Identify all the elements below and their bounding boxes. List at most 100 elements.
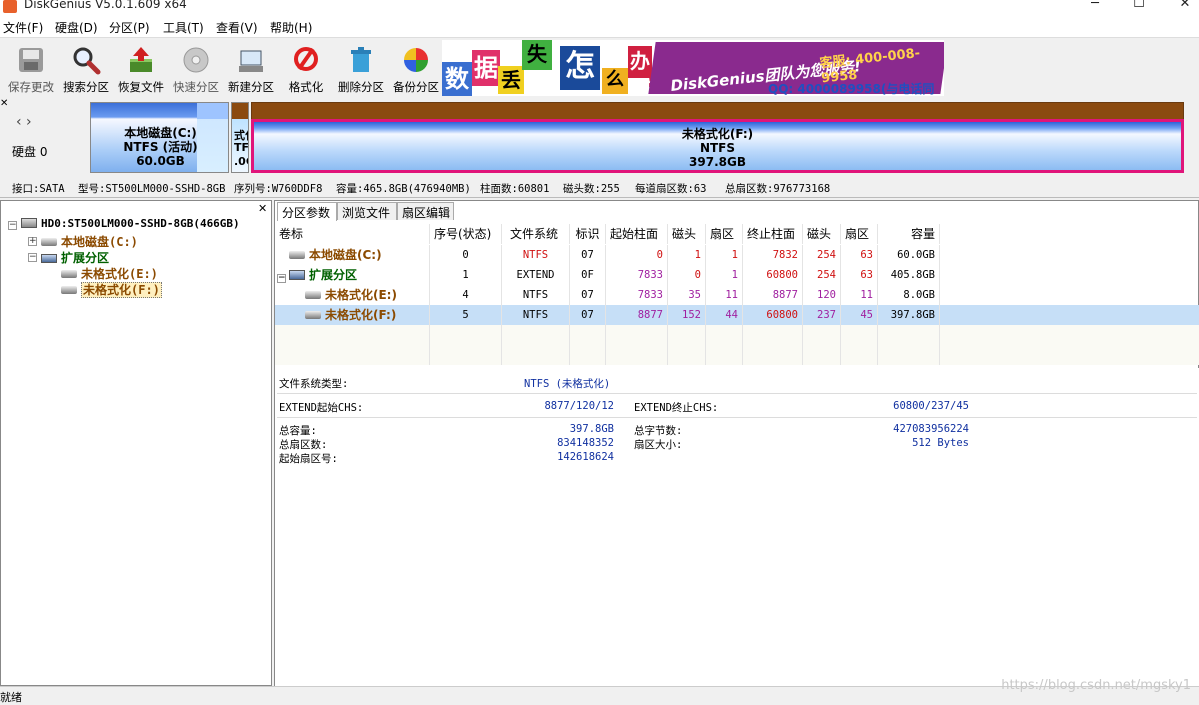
menu-disk[interactable]: 硬盘(D)	[55, 19, 98, 36]
tree-disk-label: HD0:ST500LM000-SSHD-8GB(466GB)	[41, 217, 240, 230]
format-button[interactable]: 格式化	[278, 42, 334, 96]
partition-size: 397.8GB	[689, 155, 746, 169]
tree-disk-hd0[interactable]: HD0:ST500LM000-SSHD-8GB(466GB)	[21, 217, 240, 230]
empty-cell	[275, 325, 430, 365]
total-sectors-label: 总扇区数:	[279, 439, 328, 451]
new-partition-button[interactable]: 新建分区	[223, 42, 279, 96]
partition-fs: TFS	[234, 141, 249, 154]
cell-start-head: 35	[668, 285, 706, 305]
banner-tile: 数	[442, 62, 472, 96]
menu-partition[interactable]: 分区(P)	[109, 19, 150, 36]
empty-cell	[502, 325, 570, 365]
recover-icon	[130, 47, 152, 72]
tree-partition-f-label: 未格式化(F:)	[81, 282, 162, 298]
cell-index: 4	[430, 285, 502, 305]
table-empty-area	[275, 325, 1199, 365]
chs-end-label: EXTEND终止CHS:	[634, 402, 719, 414]
tree-partition-f[interactable]: 未格式化(F:)	[61, 281, 162, 298]
banner-tile: 丢	[498, 66, 524, 94]
backup-icon	[404, 48, 428, 72]
col-header[interactable]: 序号(状态)	[430, 224, 502, 244]
col-header[interactable]: 扇区	[841, 224, 878, 244]
cell-start-head: 152	[668, 305, 706, 325]
fs-type-value: NTFS (未格式化)	[524, 378, 611, 390]
disk-info-line: 接口:SATA 型号:ST500LM000-SSHD-8GB 序列号:W760D…	[0, 178, 1199, 198]
disk-model: 型号:ST500LM000-SSHD-8GB	[78, 183, 226, 195]
sector-size-value: 512 Bytes	[912, 437, 969, 449]
col-header[interactable]: 卷标	[275, 224, 430, 244]
watermark: https://blog.csdn.net/mgsky1	[1001, 678, 1191, 693]
empty-cell	[878, 325, 940, 365]
menu-file[interactable]: 文件(F)	[3, 19, 43, 36]
close-button[interactable]: ✕	[1170, 0, 1199, 11]
partition-icon	[61, 286, 77, 294]
tree-partition-e-label: 未格式化(E:)	[81, 267, 158, 281]
tab-sector-edit[interactable]: 扇区编辑	[397, 202, 454, 220]
cell-id: 07	[570, 245, 606, 265]
minimize-button[interactable]: ─	[1080, 0, 1110, 11]
close-icon[interactable]: ✕	[258, 202, 267, 215]
title-bar: DiskGenius V5.0.1.609 x64 ─ ☐ ✕	[0, 0, 1199, 16]
disk-nav-arrows[interactable]: ‹ ›	[16, 114, 32, 130]
collapse-toggle[interactable]: −	[277, 274, 286, 283]
tree-partition-c[interactable]: 本地磁盘(C:)	[41, 233, 138, 250]
collapse-toggle[interactable]: −	[8, 221, 17, 230]
partition-details: 文件系统类型: NTFS (未格式化) EXTEND起始CHS: 8877/12…	[275, 368, 1199, 686]
banner-tile: 怎	[560, 46, 600, 90]
col-header[interactable]: 磁头	[803, 224, 841, 244]
disk-sectors-per-track: 每道扇区数:63	[635, 183, 707, 195]
start-sector-value: 142618624	[557, 451, 614, 463]
quick-partition-button[interactable]: 快速分区	[168, 42, 224, 96]
maximize-button[interactable]: ☐	[1124, 0, 1154, 11]
col-header[interactable]: 标识	[570, 224, 606, 244]
tab-browse-files[interactable]: 浏览文件	[337, 202, 397, 220]
close-icon[interactable]: ✕	[0, 98, 8, 109]
advert-banner[interactable]: 数 据 丢 失 怎 么 办 ! DiskGenius团队为您服务! 客服: 40…	[442, 40, 944, 96]
save-changes-button[interactable]: 保存更改	[3, 42, 59, 96]
partition-block-e[interactable]: 式化 TFS .0G	[231, 102, 249, 173]
cell-capacity: 8.0GB	[878, 285, 940, 305]
cell-start-cyl: 0	[606, 245, 668, 265]
tab-partition-params[interactable]: 分区参数	[277, 202, 337, 221]
menu-help[interactable]: 帮助(H)	[270, 19, 312, 36]
disk-total-sectors: 总扇区数:976773168	[725, 183, 831, 195]
col-header[interactable]: 文件系统	[502, 224, 570, 244]
col-header[interactable]: 磁头	[668, 224, 706, 244]
col-header[interactable]: 终止柱面	[743, 224, 803, 244]
search-partition-button[interactable]: 搜索分区	[58, 42, 114, 96]
cell-volume-text: 未格式化(E:)	[325, 288, 397, 302]
backup-partition-button[interactable]: 备份分区	[388, 42, 444, 96]
expand-toggle[interactable]: +	[28, 237, 37, 246]
partition-fs: NTFS (活动)	[123, 140, 198, 154]
delete-partition-button[interactable]: 删除分区	[333, 42, 389, 96]
cell-volume-text: 本地磁盘(C:)	[309, 248, 382, 262]
format-icon	[294, 47, 318, 71]
cell-end-head: 237	[803, 305, 841, 325]
menu-tools[interactable]: 工具(T)	[163, 19, 204, 36]
menu-view[interactable]: 查看(V)	[216, 19, 258, 36]
partition-block-f[interactable]: 未格式化(F:) NTFS 397.8GB	[251, 119, 1184, 173]
partition-block-c[interactable]: 本地磁盘(C:) NTFS (活动) 60.0GB	[90, 102, 229, 173]
table-row[interactable]: 本地磁盘(C:) 0 NTFS 07 0 1 1 7832 254 63 60.…	[275, 245, 1199, 265]
cell-index: 1	[430, 265, 502, 285]
tree-extended-partition[interactable]: 扩展分区	[41, 249, 109, 266]
hard-disk-icon	[21, 218, 37, 228]
cell-capacity: 60.0GB	[878, 245, 940, 265]
table-row[interactable]: 未格式化(E:) 4 NTFS 07 7833 35 11 8877 120 1…	[275, 285, 1199, 305]
cell-id: 07	[570, 285, 606, 305]
status-text: 就绪	[0, 691, 22, 704]
recover-files-button[interactable]: 恢复文件	[113, 42, 169, 96]
col-header[interactable]: 容量	[878, 224, 940, 244]
col-header[interactable]: 扇区	[706, 224, 743, 244]
cell-volume: 本地磁盘(C:)	[275, 245, 430, 265]
partition-icon	[289, 251, 305, 259]
collapse-toggle[interactable]: −	[28, 253, 37, 262]
col-header[interactable]: 起始柱面	[606, 224, 668, 244]
banner-tile: 失	[522, 40, 552, 70]
tree-partition-e[interactable]: 未格式化(E:)	[61, 265, 158, 282]
table-row[interactable]: − 扩展分区 1 EXTEND 0F 7833 0 1 60800 254 63 …	[275, 265, 1199, 285]
app-icon	[3, 0, 17, 13]
cell-id: 0F	[570, 265, 606, 285]
table-row-selected[interactable]: 未格式化(F:) 5 NTFS 07 8877 152 44 60800 237…	[275, 305, 1199, 325]
empty-cell	[841, 325, 878, 365]
